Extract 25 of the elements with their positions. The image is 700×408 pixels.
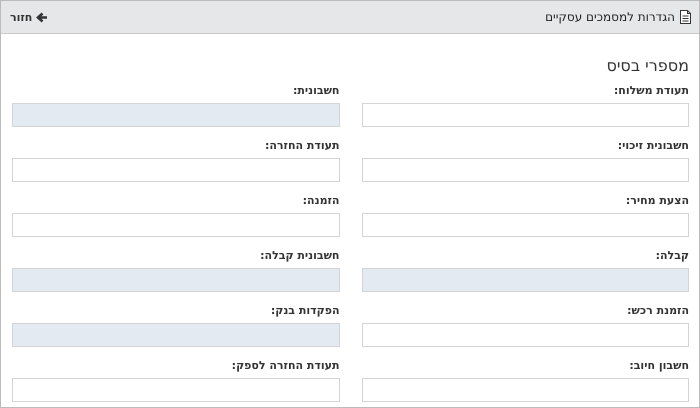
- input-field[interactable]: [362, 103, 689, 127]
- document-icon: [680, 10, 691, 24]
- field-label: קבלה:: [654, 249, 689, 262]
- back-button[interactable]: חזור: [10, 10, 48, 24]
- field-label: חשבונית קבלה:: [259, 249, 340, 262]
- field-label: תעודת החזרה לספק:: [230, 359, 340, 372]
- page-title: הגדרות למסמכים עסקיים: [545, 10, 675, 24]
- input-field[interactable]: [362, 378, 689, 402]
- input-field[interactable]: [362, 213, 689, 237]
- input-field[interactable]: [12, 378, 340, 402]
- field-label: הזמנת רכש:: [626, 304, 689, 317]
- field-label: חשבונית:: [292, 84, 340, 97]
- input-field[interactable]: [12, 213, 340, 237]
- field-label: הפקדות בנק:: [270, 304, 340, 317]
- field-label: תעודת משלוח:: [612, 84, 689, 97]
- field-label: תעודת החזרה:: [264, 139, 340, 152]
- field-label: הזמנה:: [302, 194, 340, 207]
- input-field[interactable]: [362, 158, 689, 182]
- section-title: מספרי בסיס: [605, 56, 689, 75]
- field-label: חשבון חיוב:: [628, 359, 689, 372]
- input-field[interactable]: [362, 323, 689, 347]
- input-field[interactable]: [12, 158, 340, 182]
- field-label: הצעת מחיר:: [624, 194, 689, 207]
- field-label: חשבונית זיכוי:: [616, 139, 689, 152]
- arrow-icon: [36, 12, 48, 22]
